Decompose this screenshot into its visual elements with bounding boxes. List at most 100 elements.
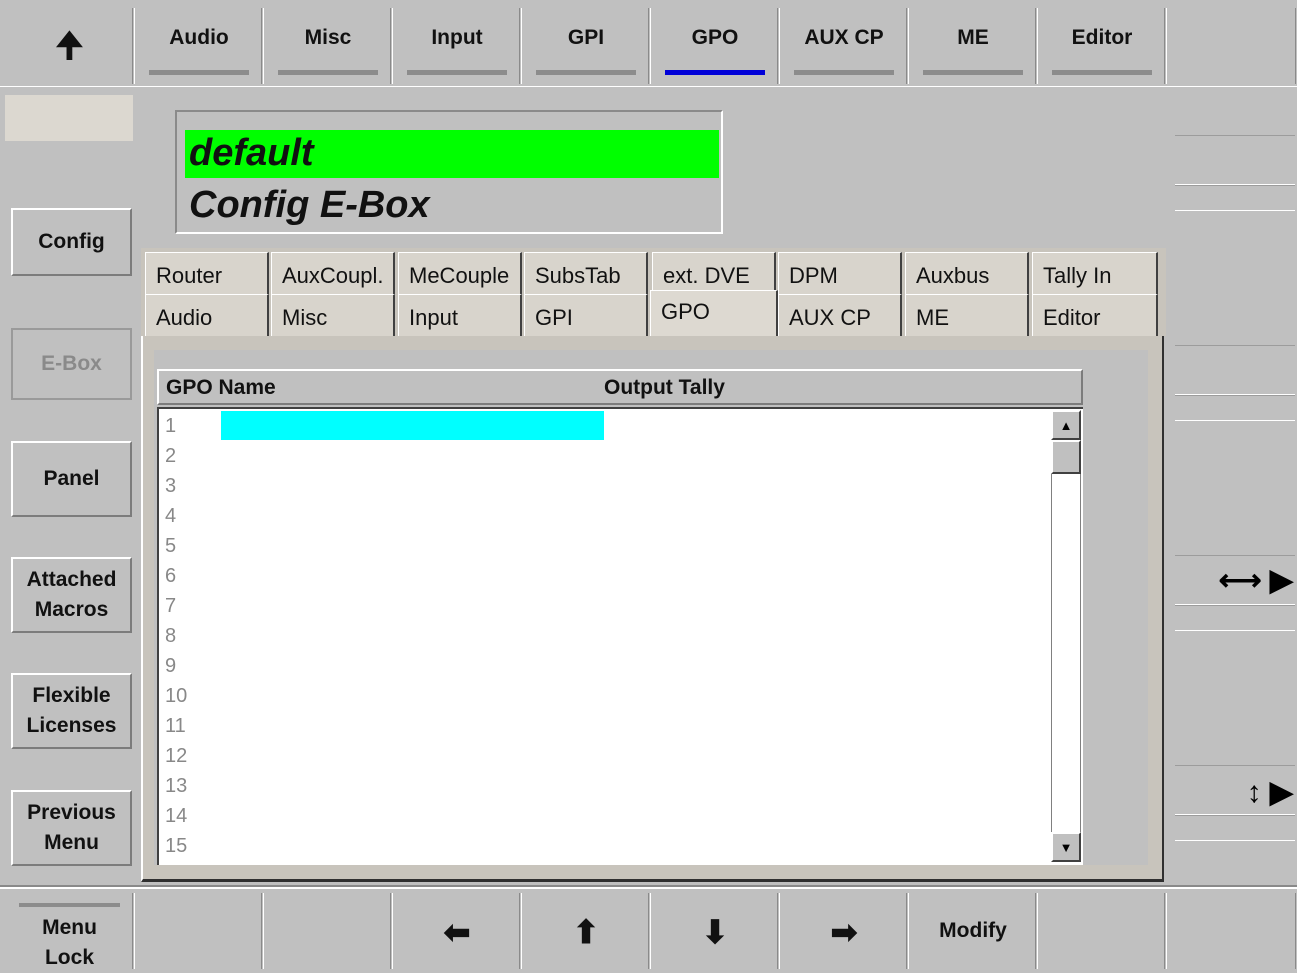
inner-tab-label: SubsTab bbox=[535, 263, 621, 288]
inner-tab-label: ME bbox=[916, 305, 949, 330]
inner-tab-dpm[interactable]: DPM bbox=[778, 252, 902, 294]
left-status-area bbox=[5, 95, 133, 141]
inner-tab-label: Editor bbox=[1043, 305, 1101, 330]
header-gpo-name[interactable]: GPO Name bbox=[166, 376, 276, 400]
inner-tab-label: GPI bbox=[535, 305, 573, 330]
inner-tab-label: Tally In bbox=[1043, 263, 1112, 288]
inner-tab-label: Audio bbox=[156, 305, 213, 330]
inner-tab-mecouple[interactable]: MeCouple bbox=[398, 252, 522, 294]
list-item[interactable]: 3 bbox=[165, 475, 176, 505]
tab-indicator bbox=[536, 70, 636, 75]
inner-tab-tally-in[interactable]: Tally In bbox=[1032, 252, 1158, 294]
inner-tab-input[interactable]: Input bbox=[398, 294, 522, 336]
inner-tab-label: AuxCoupl. bbox=[282, 263, 384, 288]
tab-indicator bbox=[149, 70, 249, 75]
scroll-down-button[interactable]: ▼ bbox=[1051, 832, 1081, 862]
list-item[interactable]: 4 bbox=[165, 505, 176, 535]
inner-tab-label: Misc bbox=[282, 305, 328, 330]
previous-menu-label: Menu bbox=[44, 831, 99, 854]
list-item[interactable]: 2 bbox=[165, 445, 176, 475]
inner-tab-label: GPO bbox=[661, 299, 710, 324]
top-empty-cell bbox=[1167, 8, 1297, 84]
config-button[interactable]: Config bbox=[11, 208, 132, 276]
top-tab-label: Editor bbox=[1071, 26, 1133, 49]
list-item[interactable]: 1 bbox=[165, 415, 176, 445]
title-box: default Config E-Box bbox=[175, 110, 723, 234]
right-arrow-button[interactable]: ➡ bbox=[780, 893, 909, 969]
list-item[interactable]: 8 bbox=[165, 625, 176, 655]
horizontal-adjust-button[interactable]: ⟷ ▶ bbox=[1175, 545, 1295, 615]
up-arrow-button[interactable]: 🠉 bbox=[5, 8, 135, 84]
divider bbox=[0, 887, 1297, 889]
top-tab-label: GPO bbox=[691, 26, 739, 49]
list-item[interactable]: 12 bbox=[165, 745, 187, 775]
left-arrow-button[interactable]: ⬅ bbox=[393, 893, 522, 969]
list-item[interactable]: 11 bbox=[165, 715, 186, 745]
right-segment-4 bbox=[1175, 395, 1295, 421]
panel-button[interactable]: Panel bbox=[11, 441, 132, 517]
inner-tab-auxbus[interactable]: Auxbus bbox=[905, 252, 1029, 294]
top-tab-me[interactable]: ME bbox=[909, 8, 1038, 84]
flexible-licenses-button[interactable]: Flexible Licenses bbox=[11, 673, 132, 749]
attached-macros-label: Attached bbox=[26, 568, 117, 591]
flexible-licenses-label: Licenses bbox=[26, 714, 117, 737]
modify-button[interactable]: Modify bbox=[909, 893, 1038, 969]
inner-tab-substab[interactable]: SubsTab bbox=[524, 252, 648, 294]
vertical-arrows-icon: ↕ ▶ bbox=[1246, 775, 1293, 809]
bottom-empty-cell bbox=[1167, 893, 1297, 969]
horizontal-arrows-icon: ⟷ ▶ bbox=[1218, 563, 1293, 597]
vertical-adjust-button[interactable]: ↕ ▶ bbox=[1175, 757, 1295, 827]
scrollbar-thumb[interactable] bbox=[1051, 440, 1081, 474]
top-tab-editor[interactable]: Editor bbox=[1038, 8, 1167, 84]
list-item[interactable]: 6 bbox=[165, 565, 176, 595]
scroll-up-button[interactable]: ▲ bbox=[1051, 410, 1081, 440]
inner-tab-auxcoupl[interactable]: AuxCoupl. bbox=[271, 252, 395, 294]
top-tab-gpo[interactable]: GPO bbox=[651, 8, 780, 84]
top-tab-audio[interactable]: Audio bbox=[135, 8, 264, 84]
gpo-list[interactable]: 1 2 3 4 5 6 7 8 9 10 11 12 13 14 15 bbox=[157, 407, 1083, 865]
scrollbar-track[interactable] bbox=[1051, 440, 1081, 832]
attached-macros-button[interactable]: Attached Macros bbox=[11, 557, 132, 633]
inner-tab-gpi[interactable]: GPI bbox=[524, 294, 648, 336]
bottom-empty-cell bbox=[264, 893, 393, 969]
list-item[interactable]: 7 bbox=[165, 595, 176, 625]
list-item[interactable]: 14 bbox=[165, 805, 187, 835]
up-arrow-button[interactable]: ⬆ bbox=[522, 893, 651, 969]
tab-indicator bbox=[923, 70, 1023, 75]
inner-tab-editor[interactable]: Editor bbox=[1032, 294, 1158, 336]
inner-tab-gpo[interactable]: GPO bbox=[650, 290, 778, 338]
up-arrow-icon: ⬆ bbox=[572, 914, 600, 950]
inner-tab-router[interactable]: Router bbox=[145, 252, 269, 294]
top-tab-aux-cp[interactable]: AUX CP bbox=[780, 8, 909, 84]
top-tab-label: GPI bbox=[567, 26, 605, 49]
list-scrollbar[interactable]: ▲ ▼ bbox=[1051, 410, 1081, 862]
ebox-button[interactable]: E-Box bbox=[11, 328, 132, 400]
previous-menu-button[interactable]: Previous Menu bbox=[11, 790, 132, 866]
inner-tab-ext-dve[interactable]: ext. DVE bbox=[652, 252, 776, 294]
inner-tab-aux-cp[interactable]: AUX CP bbox=[778, 294, 902, 336]
tab-indicator-active bbox=[665, 70, 765, 75]
menu-lock-button[interactable]: Menu Lock bbox=[5, 893, 135, 969]
right-segment-2 bbox=[1175, 185, 1295, 211]
inner-tab-misc[interactable]: Misc bbox=[271, 294, 395, 336]
down-arrow-button[interactable]: ⬇ bbox=[651, 893, 780, 969]
tab-indicator bbox=[407, 70, 507, 75]
top-tab-label: Audio bbox=[169, 26, 229, 49]
list-item[interactable]: 13 bbox=[165, 775, 187, 805]
top-tab-misc[interactable]: Misc bbox=[264, 8, 393, 84]
header-output-tally[interactable]: Output Tally bbox=[604, 376, 725, 400]
inner-tab-me[interactable]: ME bbox=[905, 294, 1029, 336]
list-item[interactable]: 15 bbox=[165, 835, 187, 865]
list-header: GPO Name Output Tally bbox=[157, 369, 1083, 405]
menu-lock-indicator bbox=[19, 903, 120, 907]
top-tab-gpi[interactable]: GPI bbox=[522, 8, 651, 84]
list-item[interactable]: 9 bbox=[165, 655, 176, 685]
top-tab-label: Input bbox=[431, 26, 483, 49]
top-tab-input[interactable]: Input bbox=[393, 8, 522, 84]
flexible-licenses-label: Flexible bbox=[32, 684, 111, 707]
top-tab-label: Misc bbox=[304, 26, 352, 49]
top-tab-bar: 🠉 Audio Misc Input GPI GPO AUX CP ME Edi… bbox=[0, 0, 1297, 86]
list-item[interactable]: 10 bbox=[165, 685, 187, 715]
inner-tab-audio[interactable]: Audio bbox=[145, 294, 269, 336]
list-item[interactable]: 5 bbox=[165, 535, 176, 565]
